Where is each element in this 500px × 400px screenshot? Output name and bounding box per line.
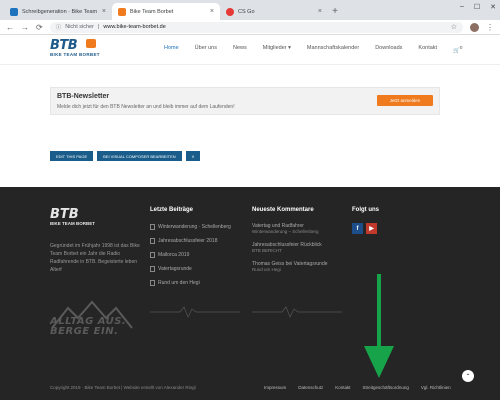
site-header: BTB BIKE TEAM BORBET Home Über uns News …	[0, 35, 500, 65]
footer-logo-subtitle: BIKE TEAM BORBET	[50, 221, 95, 226]
nav-item-news[interactable]: News	[233, 45, 247, 54]
pulse-line-icon	[252, 306, 342, 318]
browser-tab[interactable]: CS Go ×	[220, 3, 328, 20]
close-edit-button[interactable]: x	[185, 151, 201, 161]
tab-close-icon[interactable]: ×	[102, 8, 106, 15]
post-item[interactable]: Rund um den Hegi	[150, 279, 231, 287]
main-navigation: Home Über uns News Mitglieder ▾ Mannscha…	[164, 45, 462, 54]
post-item[interactable]: Vatertagsrunde	[150, 265, 231, 273]
nav-item-ueber-uns[interactable]: Über uns	[195, 45, 217, 54]
comment-post: Rund um Hegi	[252, 267, 281, 272]
tab-title: Bike Team Borbet	[130, 8, 174, 15]
footer-link-datenschutz[interactable]: Datenschutz	[298, 385, 323, 390]
post-item[interactable]: Winterwanderung · Schellenberg	[150, 223, 231, 231]
footer-link-richtlinien[interactable]: Vgl. Richtlinien	[421, 385, 451, 390]
posts-heading: Letzte Beiträge	[150, 207, 194, 213]
tab-favicon-icon	[226, 7, 234, 16]
newsletter-subscribe-button[interactable]: Jetzt anmelden	[377, 95, 433, 106]
newsletter-title: BTB-Newsletter	[57, 93, 110, 100]
url-text: www.bike-team-borbet.de	[103, 24, 166, 30]
reload-icon[interactable]: ⟳	[36, 23, 43, 32]
recent-comments-list: Vatertag und Radfahrer Winterwanderung –…	[252, 223, 342, 272]
forward-icon[interactable]: →	[21, 23, 29, 32]
close-window-icon[interactable]: ✕	[490, 3, 496, 11]
comment-post: BTB BERICHT	[252, 248, 282, 253]
nav-item-home[interactable]: Home	[164, 45, 179, 54]
document-icon	[150, 280, 155, 286]
footer-description: Gegründet im Frühjahr 1998 ist das Bike …	[50, 243, 140, 273]
profile-avatar[interactable]	[470, 22, 479, 32]
browser-tab-active[interactable]: Bike Team Borbet ×	[112, 3, 220, 20]
footer-link-streit[interactable]: Streitgeschäftsordnung	[363, 385, 409, 390]
footer-link-kontakt[interactable]: Kontakt	[335, 385, 350, 390]
comment-post: Winterwanderung – Schellenberg	[252, 229, 319, 234]
window-controls: – ☐ ✕	[460, 3, 496, 11]
browser-tab[interactable]: Schreibgeneration · Bike Team B ×	[4, 3, 112, 20]
url-input[interactable]: ⓘ Nicht sicher | www.bike-team-borbet.de…	[49, 21, 463, 33]
document-icon	[150, 252, 155, 258]
cart-icon[interactable]: 🛒0	[453, 45, 462, 54]
separator: |	[97, 24, 100, 30]
edit-page-button[interactable]: Edit this page	[50, 151, 94, 161]
document-icon	[150, 266, 155, 272]
newsletter-box: BTB-Newsletter Melde dich jetzt für den …	[50, 87, 440, 115]
scroll-to-top-button[interactable]: ⌃	[462, 370, 474, 382]
back-icon[interactable]: ←	[6, 23, 14, 32]
nav-item-mitglieder[interactable]: Mitglieder ▾	[263, 45, 291, 54]
logo-subtitle: BIKE TEAM BORBET	[50, 52, 100, 57]
edit-button-row: Edit this page Bei visual composer bearb…	[50, 151, 201, 161]
post-item[interactable]: Jahresabschlussfeier 2018	[150, 237, 231, 245]
footer-link-impressum[interactable]: Impressum	[264, 385, 286, 390]
edit-composer-button[interactable]: Bei visual composer bearbeiten	[97, 151, 182, 161]
recent-posts-list: Winterwanderung · Schellenberg Jahresabs…	[150, 223, 231, 287]
address-bar: ← → ⟳ ⓘ Nicht sicher | www.bike-team-bor…	[0, 20, 500, 35]
youtube-icon[interactable]: ▶	[366, 223, 377, 234]
tab-close-icon[interactable]: ×	[318, 8, 322, 15]
site-footer: BTB BIKE TEAM BORBET Gegründet im Frühja…	[0, 187, 500, 400]
comments-heading: Neueste Kommentare	[252, 207, 314, 213]
social-heading: Folgt uns	[352, 207, 379, 213]
document-icon	[150, 238, 155, 244]
comment-item[interactable]: Thomas Geiss bei Vatertagsrunde Rund um …	[252, 261, 342, 272]
post-item[interactable]: Mallorca 2019	[150, 251, 231, 259]
footer-motto: ALLTAG AUS. BERGE EIN.	[50, 316, 127, 337]
maximize-icon[interactable]: ☐	[474, 3, 480, 11]
tab-favicon-icon	[10, 7, 18, 16]
minimize-icon[interactable]: –	[460, 3, 464, 11]
footer-links: Impressum Datenschutz Kontakt Streitgesc…	[264, 385, 451, 390]
tab-close-icon[interactable]: ×	[210, 8, 214, 15]
cart-count: 0	[459, 45, 463, 50]
bookmark-star-icon[interactable]: ☆	[451, 23, 457, 31]
facebook-icon[interactable]: f	[352, 223, 363, 234]
nav-item-kontakt[interactable]: Kontakt	[418, 45, 437, 54]
newsletter-text: Melde dich jetzt für den BTB Newsletter …	[57, 104, 235, 110]
security-label: Nicht sicher	[65, 24, 94, 30]
nav-item-kalender[interactable]: Mannschaftskalender	[307, 45, 359, 54]
footer-logo[interactable]: BTB BIKE TEAM BORBET	[50, 208, 95, 226]
nav-item-downloads[interactable]: Downloads	[375, 45, 402, 54]
logo-badge-icon	[86, 39, 96, 48]
new-tab-button[interactable]: +	[328, 3, 342, 20]
comment-item[interactable]: Jahresabschlussfeier Rückblick BTB BERIC…	[252, 242, 342, 253]
comment-item[interactable]: Vatertag und Radfahrer Winterwanderung –…	[252, 223, 342, 234]
document-icon	[150, 224, 155, 230]
pulse-line-icon	[150, 306, 240, 318]
browser-tab-bar: Schreibgeneration · Bike Team B × Bike T…	[0, 0, 500, 20]
info-icon[interactable]: ⓘ	[56, 23, 62, 31]
footer-logo-text: BTB	[50, 207, 79, 222]
copyright-text: Copyright 2019 · Bike Team Borbet | Webs…	[50, 385, 196, 390]
tab-title: CS Go	[238, 8, 255, 15]
tab-title: Schreibgeneration · Bike Team B	[22, 8, 98, 15]
site-logo[interactable]: BTB BIKE TEAM BORBET	[50, 39, 102, 61]
tab-favicon-icon	[118, 7, 126, 16]
menu-kebab-icon[interactable]: ⋮	[486, 23, 494, 32]
social-links: f ▶	[352, 223, 377, 234]
